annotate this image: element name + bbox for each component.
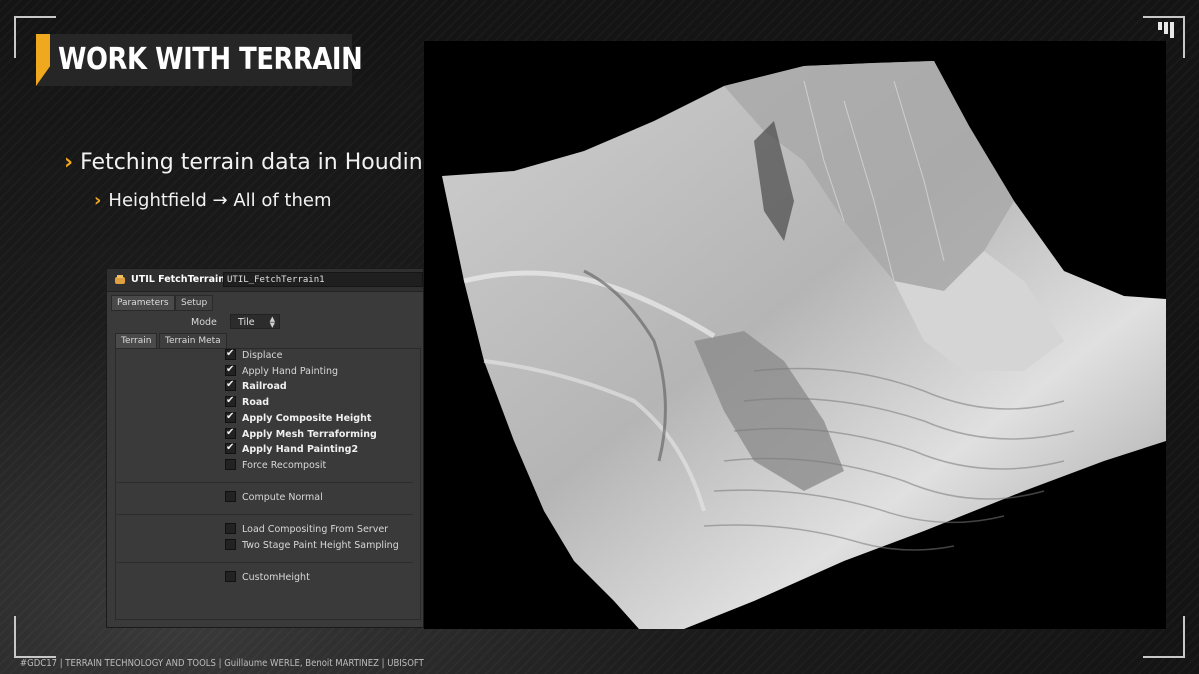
checkbox[interactable] [225, 571, 236, 582]
bullet-chevron-icon: › [64, 150, 74, 175]
separator [117, 514, 413, 515]
param-road[interactable]: Road [225, 394, 269, 410]
bullet-level-1: › Fetching terrain data in Houdini [64, 150, 429, 175]
checkbox[interactable] [225, 441, 236, 455]
checkbox[interactable] [225, 459, 236, 470]
param-two-stage-paint-height-sampling[interactable]: Two Stage Paint Height Sampling [225, 539, 399, 553]
slide-title-box: WORK WITH TERRAIN [36, 34, 363, 86]
bullet-level-2: › Heightfield → All of them [94, 190, 332, 211]
checkbox[interactable] [225, 347, 236, 361]
checkbox[interactable] [225, 378, 236, 392]
bullet-2-text-b: All of them [233, 190, 332, 211]
right-arrow-icon: → [212, 190, 228, 211]
separator [117, 482, 413, 483]
param-customheight[interactable]: CustomHeight [225, 571, 310, 585]
title-accent-bar [36, 34, 50, 86]
param-apply-mesh-terraforming[interactable]: Apply Mesh Terraforming [225, 426, 377, 442]
slide: WORK WITH TERRAIN › Fetching terrain data… [0, 0, 1199, 674]
node-type-icon [115, 275, 125, 284]
param-apply-composite-height[interactable]: Apply Composite Height [225, 410, 371, 426]
separator [117, 562, 413, 563]
tab-parameters[interactable]: Parameters [111, 295, 175, 311]
param-railroad[interactable]: Railroad [225, 378, 287, 394]
mode-value: Tile [238, 317, 255, 328]
terrain-render-viewport [424, 41, 1166, 629]
checkbox[interactable] [225, 523, 236, 534]
houdini-parameter-panel: UTIL FetchTerrain UTIL_FetchTerrain1 Par… [106, 268, 424, 628]
tab-setup[interactable]: Setup [175, 295, 214, 311]
slide-footer: #GDC17 | TERRAIN TECHNOLOGY AND TOOLS | … [20, 658, 424, 669]
checkbox[interactable] [225, 491, 236, 502]
bullet-2-text-a: Heightfield [108, 190, 207, 211]
param-apply-hand-painting2[interactable]: Apply Hand Painting2 [225, 441, 358, 457]
terrain-heightfield-icon [442, 61, 1166, 629]
ubisoft-logo-icon [1158, 22, 1174, 38]
tab-terrain[interactable]: Terrain [115, 333, 158, 349]
dropdown-arrows-icon: ▲ ▼ [269, 315, 275, 329]
param-apply-hand-painting[interactable]: Apply Hand Painting [225, 363, 338, 379]
checkbox[interactable] [225, 410, 236, 424]
bullet-chevron-icon: › [94, 190, 102, 211]
checkbox[interactable] [225, 539, 236, 550]
param-force-recomposit[interactable]: Force Recomposit [225, 459, 326, 473]
mode-dropdown[interactable]: Tile ▲ ▼ [230, 314, 280, 329]
node-name-field[interactable]: UTIL_FetchTerrain1 [223, 272, 423, 287]
checkbox[interactable] [225, 426, 236, 440]
bullet-1-text: Fetching terrain data in Houdini [80, 150, 429, 175]
param-load-compositing-from-server[interactable]: Load Compositing From Server [225, 523, 388, 537]
node-type-label: UTIL FetchTerrain [131, 274, 226, 285]
slide-title: WORK WITH TERRAIN [58, 42, 363, 77]
checkbox[interactable] [225, 363, 236, 377]
param-compute-normal[interactable]: Compute Normal [225, 491, 323, 505]
checkbox[interactable] [225, 394, 236, 408]
panel-header: UTIL FetchTerrain UTIL_FetchTerrain1 [107, 269, 423, 292]
tab-terrain-meta[interactable]: Terrain Meta [159, 333, 227, 349]
mode-label: Mode [191, 317, 217, 328]
param-displace[interactable]: Displace [225, 347, 282, 363]
corner-bracket-bottom-left [14, 616, 56, 658]
